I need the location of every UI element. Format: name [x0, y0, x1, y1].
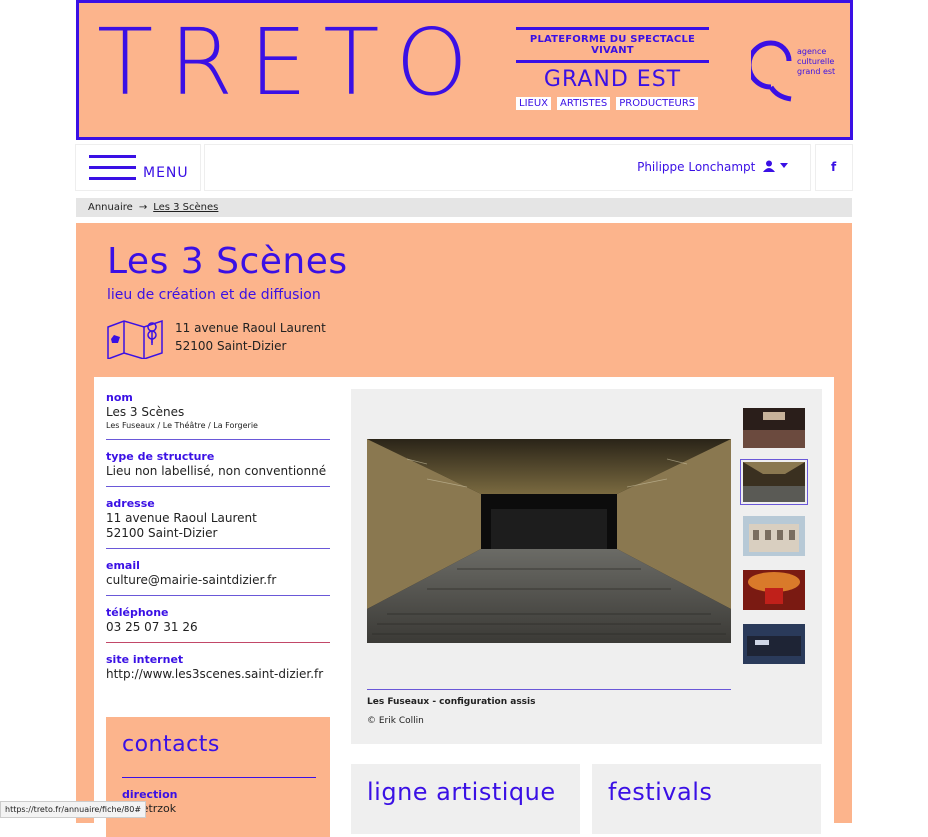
field-type: type de structure Lieu non labellisé, no…: [106, 450, 330, 487]
platform-region: GRAND EST: [543, 67, 682, 92]
photo-gallery: Les Fuseaux - configuration assis © Erik…: [351, 389, 822, 744]
facebook-link[interactable]: f: [816, 145, 852, 190]
facebook-icon: f: [831, 160, 837, 174]
ligne-artistique-title: ligne artistique: [367, 778, 556, 806]
breadcrumb: Annuaire → Les 3 Scènes: [76, 198, 852, 217]
field-telephone: téléphone 03 25 07 31 26: [106, 606, 330, 643]
thumbnail-crowd[interactable]: [743, 408, 805, 448]
map-icon[interactable]: [106, 319, 164, 359]
festivals-title: festivals: [608, 778, 713, 806]
content-area: nom Les 3 Scènes Les Fuseaux / Le Théâtr…: [94, 377, 834, 837]
thumbnail-building[interactable]: [743, 624, 805, 664]
agency-text: agence culturelle grand est: [797, 47, 836, 76]
photo-credit: © Erik Collin: [367, 716, 424, 726]
agency-mark-icon: [746, 40, 792, 102]
breadcrumb-annuaire[interactable]: Annuaire: [88, 202, 133, 213]
hamburger-icon: [89, 155, 136, 188]
thumbnail-theatre[interactable]: [743, 570, 805, 610]
details-list: nom Les 3 Scènes Les Fuseaux / Le Théâtr…: [106, 391, 330, 699]
tag-producteurs[interactable]: PRODUCTEURS: [616, 97, 699, 110]
caret-down-icon: [780, 163, 788, 168]
platform-block: PLATEFORME DU SPECTACLE VIVANT GRAND EST…: [516, 27, 709, 110]
contacts-box: contacts direction a Pietrzok: [106, 717, 330, 837]
address-city: 52100 Saint-Dizier: [175, 339, 287, 353]
site-banner[interactable]: TRETO PLATEFORME DU SPECTACLE VIVANT GRA…: [76, 0, 853, 140]
card-ligne-artistique[interactable]: ligne artistique: [351, 764, 580, 834]
treto-logo[interactable]: TRETO: [97, 17, 484, 109]
field-site: site internet http://www.les3scenes.sain…: [106, 653, 330, 689]
field-nom: nom Les 3 Scènes Les Fuseaux / Le Théâtr…: [106, 391, 330, 440]
user-menu[interactable]: Philippe Lonchampt: [637, 160, 788, 174]
page-title: Les 3 Scènes: [107, 241, 348, 282]
status-bar-url: https://treto.fr/annuaire/fiche/80#: [0, 801, 147, 818]
tag-lieux[interactable]: LIEUX: [516, 97, 552, 110]
agency-logo[interactable]: agence culturelle grand est: [746, 39, 841, 103]
menu-button[interactable]: MENU: [76, 145, 200, 190]
website-link[interactable]: http://www.les3scenes.saint-dizier.fr: [106, 667, 330, 682]
user-icon: [763, 160, 776, 172]
user-name: Philippe Lonchampt: [637, 160, 756, 174]
user-bar: Philippe Lonchampt: [205, 145, 810, 190]
platform-tags: LIEUX ARTISTES PRODUCTEURS: [516, 97, 709, 110]
contacts-title: contacts: [122, 732, 220, 757]
photo-caption: Les Fuseaux - configuration assis: [367, 697, 536, 707]
breadcrumb-arrow-icon: →: [138, 202, 148, 213]
breadcrumb-current[interactable]: Les 3 Scènes: [153, 202, 218, 213]
thumbnail-auditorium[interactable]: [740, 459, 808, 505]
menu-label: MENU: [143, 165, 189, 181]
tag-artistes[interactable]: ARTISTES: [557, 97, 611, 110]
main-photo[interactable]: [367, 439, 731, 643]
venue-panel: Les 3 Scènes lieu de création et de diff…: [76, 223, 852, 837]
contact-role: direction: [122, 788, 178, 801]
email-link[interactable]: culture@mairie-saintdizier.fr: [106, 573, 330, 588]
page-subtitle: lieu de création et de diffusion: [107, 287, 321, 303]
address-street: 11 avenue Raoul Laurent: [175, 321, 326, 335]
field-adresse: adresse 11 avenue Raoul Laurent 52100 Sa…: [106, 497, 330, 549]
thumbnail-facade[interactable]: [743, 516, 805, 556]
field-email: email culture@mairie-saintdizier.fr: [106, 559, 330, 596]
venue-address: 11 avenue Raoul Laurent 52100 Saint-Dizi…: [175, 319, 326, 355]
platform-tagline: PLATEFORME DU SPECTACLE VIVANT: [529, 34, 696, 56]
card-festivals[interactable]: festivals: [592, 764, 821, 834]
